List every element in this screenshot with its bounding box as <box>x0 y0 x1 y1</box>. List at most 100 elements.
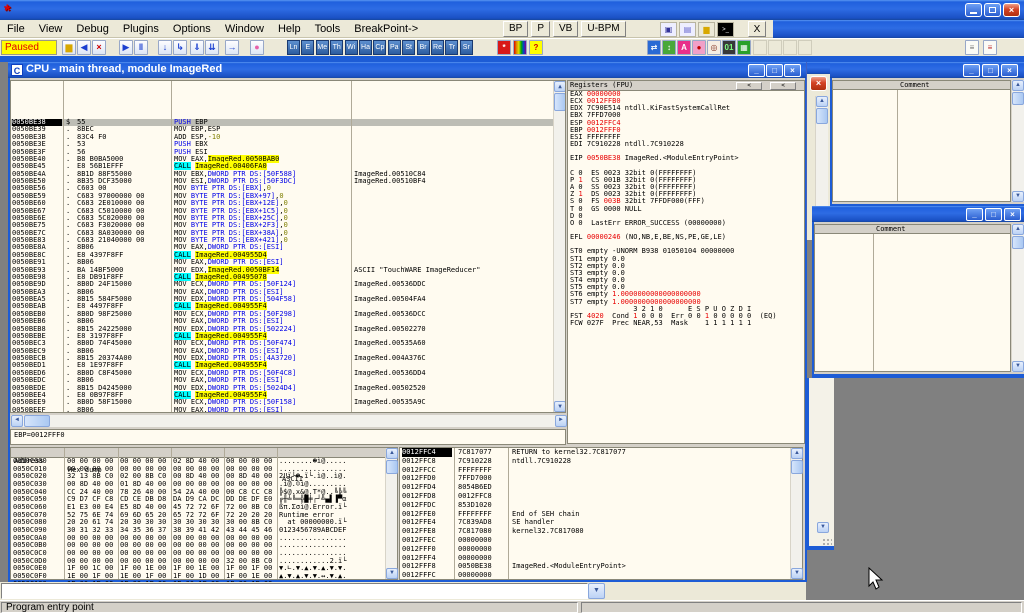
main-titlebar[interactable]: * × <box>0 0 1024 20</box>
stack-row[interactable]: 0012FFE0FFFFFFFFEnd of SEH chain <box>400 510 802 519</box>
disasm-row[interactable]: 0050BEB0.8B0D 98F25000MOV ECX,DWORD PTR … <box>11 311 565 318</box>
scroll-down-icon[interactable]: ▼ <box>791 568 803 579</box>
cpu-minimize-button[interactable]: _ <box>748 64 765 77</box>
disasm-row[interactable]: 0050BEEF.8B06MOV EAX,DWORD PTR DS:[ESI] <box>11 407 565 413</box>
scroll-right-icon[interactable]: ► <box>555 415 567 427</box>
rainbow-icon[interactable] <box>513 40 527 55</box>
menu-button-bp[interactable]: BP <box>503 21 528 37</box>
menu-button-p[interactable]: P <box>531 21 550 37</box>
go-back-icon[interactable]: ◀ <box>77 40 91 55</box>
fragment-close-button[interactable]: × <box>810 76 827 91</box>
combobox-dropdown-icon[interactable]: ▼ <box>588 583 605 599</box>
collapse-button[interactable]: < <box>770 82 796 90</box>
fragment-vscrollbar[interactable]: ▲ <box>815 96 828 216</box>
scroll-down-icon[interactable]: ▼ <box>1012 361 1024 372</box>
pane-button-th[interactable]: Th <box>330 40 343 55</box>
notes2-icon[interactable]: ≡ <box>983 40 997 55</box>
maximize-button[interactable]: □ <box>982 64 999 77</box>
scroll-thumb[interactable] <box>1012 236 1024 249</box>
stack-row[interactable]: 0012FFC87C910228ntdll.7C910228 <box>400 457 802 466</box>
disasm-row[interactable]: 0050BED6.8B0D C8F45000MOV ECX,DWORD PTR … <box>11 370 565 377</box>
pane-button-e[interactable]: E <box>301 40 314 55</box>
scroll-thumb[interactable] <box>554 93 566 111</box>
execute-till-return-icon[interactable]: → <box>225 40 239 55</box>
help-icon[interactable]: ? <box>529 40 543 55</box>
step-over-icon[interactable]: ↳ <box>173 40 187 55</box>
dump-vscrollbar[interactable]: ▲ ▼ <box>385 448 397 579</box>
assembler-icon[interactable]: A <box>677 40 691 55</box>
right-bottom-titlebar[interactable]: _ □ × <box>812 206 1024 222</box>
disasm-row[interactable]: 0050BE38$55PUSH EBP <box>11 119 565 126</box>
scroll-thumb[interactable] <box>816 108 828 124</box>
menu-help[interactable]: Help <box>271 21 308 37</box>
pane-button-tr[interactable]: Tr <box>445 40 458 55</box>
animate-into-icon[interactable]: ⇓ <box>190 40 204 55</box>
minimize-button[interactable]: _ <box>966 208 983 221</box>
pane-button-re[interactable]: Re <box>431 40 444 55</box>
register-line[interactable]: O 0 LastErr ERROR_SUCCESS (00000000) <box>568 220 804 227</box>
disasm-hscrollbar[interactable]: ◄ ► <box>10 415 566 427</box>
close-button[interactable]: × <box>1004 208 1021 221</box>
menu-close-button[interactable]: X <box>748 21 766 37</box>
open-file-icon[interactable]: ▆ <box>62 40 76 55</box>
restore-button[interactable] <box>984 3 1001 17</box>
scroll-down-icon[interactable]: ▼ <box>554 401 566 412</box>
stack-row[interactable]: 0012FFE87C817080kernel32.7C817080 <box>400 527 802 536</box>
maximize-button[interactable]: □ <box>985 208 1002 221</box>
scroll-left-icon[interactable]: ◄ <box>11 415 23 427</box>
command-combobox-input[interactable] <box>1 583 588 599</box>
stack-row[interactable]: 0012FFD80012FFC8 <box>400 492 802 501</box>
minimize-button[interactable] <box>965 3 982 17</box>
scroll-thumb[interactable] <box>386 460 398 474</box>
pane-button-cp[interactable]: Cp <box>373 40 386 55</box>
stack-row[interactable]: 0012FFE47C839AD8SE handler <box>400 518 802 527</box>
minimize-button[interactable]: _ <box>963 64 980 77</box>
menu-breakpoint[interactable]: BreakPoint-> <box>347 21 425 37</box>
log-icon[interactable]: ≡ <box>965 40 979 55</box>
disasm-row[interactable]: 0050BEE9.8B0D 58F15000MOV ECX,DWORD PTR … <box>11 399 565 406</box>
pane-button-pa[interactable]: Pa <box>388 40 401 55</box>
menu-file[interactable]: File <box>0 21 32 37</box>
close-button[interactable]: × <box>1003 3 1020 17</box>
pane-button-me[interactable]: Me <box>316 40 329 55</box>
pane-button-st[interactable]: St <box>402 40 415 55</box>
right-top-content[interactable] <box>832 90 1011 202</box>
disasm-vscrollbar[interactable]: ▲ ▼ <box>553 81 565 412</box>
menu-options[interactable]: Options <box>166 21 218 37</box>
disasm-row[interactable]: 0050BE9D.8B0D 24F15000MOV ECX,DWORD PTR … <box>11 281 565 288</box>
cpu-window-titlebar[interactable]: CCPU - main thread, module ImageRed _ □ … <box>8 62 807 78</box>
notes-icon[interactable]: ▤ <box>679 22 696 37</box>
menu-tools[interactable]: Tools <box>308 21 348 37</box>
scroll-up-icon[interactable]: ▲ <box>554 81 566 92</box>
scroll-down-icon[interactable]: ▼ <box>386 568 398 579</box>
stack-row[interactable]: 0012FFD07FFD7000 <box>400 474 802 483</box>
register-line[interactable]: FCW 027F Prec NEAR,53 Mask 1 1 1 1 1 1 <box>568 320 804 327</box>
disasm-row[interactable]: 0050BE8C.E8 4397F8FFCALL ImageRed.004955… <box>11 252 565 259</box>
menu-button-u-bpm[interactable]: U-BPM <box>581 21 625 37</box>
close-button[interactable]: × <box>1001 64 1018 77</box>
scroll-up-icon[interactable]: ▲ <box>386 448 398 459</box>
menu-plugins[interactable]: Plugins <box>116 21 166 37</box>
binary-icon[interactable]: 01 <box>722 40 736 55</box>
step-into-icon[interactable]: ↓ <box>158 40 172 55</box>
scroll-up-icon[interactable]: ▲ <box>1012 224 1024 235</box>
scroll-up-icon[interactable]: ▲ <box>1012 80 1024 91</box>
menu-window[interactable]: Window <box>218 21 271 37</box>
pane-button-ha[interactable]: Ha <box>359 40 372 55</box>
right-bottom-content[interactable] <box>814 234 1011 372</box>
stack-row[interactable]: 0012FFEC00000000 <box>400 536 802 545</box>
menu-view[interactable]: View <box>32 21 70 37</box>
pane-button-wi[interactable]: Wi <box>345 40 358 55</box>
console-icon[interactable]: >_ <box>717 22 734 37</box>
stack-row[interactable]: 0012FFF000000000 <box>400 545 802 554</box>
close-program-icon[interactable]: × <box>92 40 106 55</box>
scroll-up-icon[interactable]: ▲ <box>816 96 828 107</box>
scroll-up-icon[interactable]: ▲ <box>791 448 803 459</box>
stack-row[interactable]: 0012FFFC00000000 <box>400 571 802 580</box>
gear-icon[interactable]: * <box>497 40 511 55</box>
stack-row[interactable]: 0012FFCCFFFFFFFF <box>400 466 802 475</box>
right-top-vscrollbar[interactable]: ▲ ▼ <box>1011 80 1024 202</box>
right-bottom-vscrollbar[interactable]: ▲ ▼ <box>1011 224 1024 372</box>
menu-debug[interactable]: Debug <box>69 21 115 37</box>
collapse-button[interactable]: < <box>736 82 762 90</box>
